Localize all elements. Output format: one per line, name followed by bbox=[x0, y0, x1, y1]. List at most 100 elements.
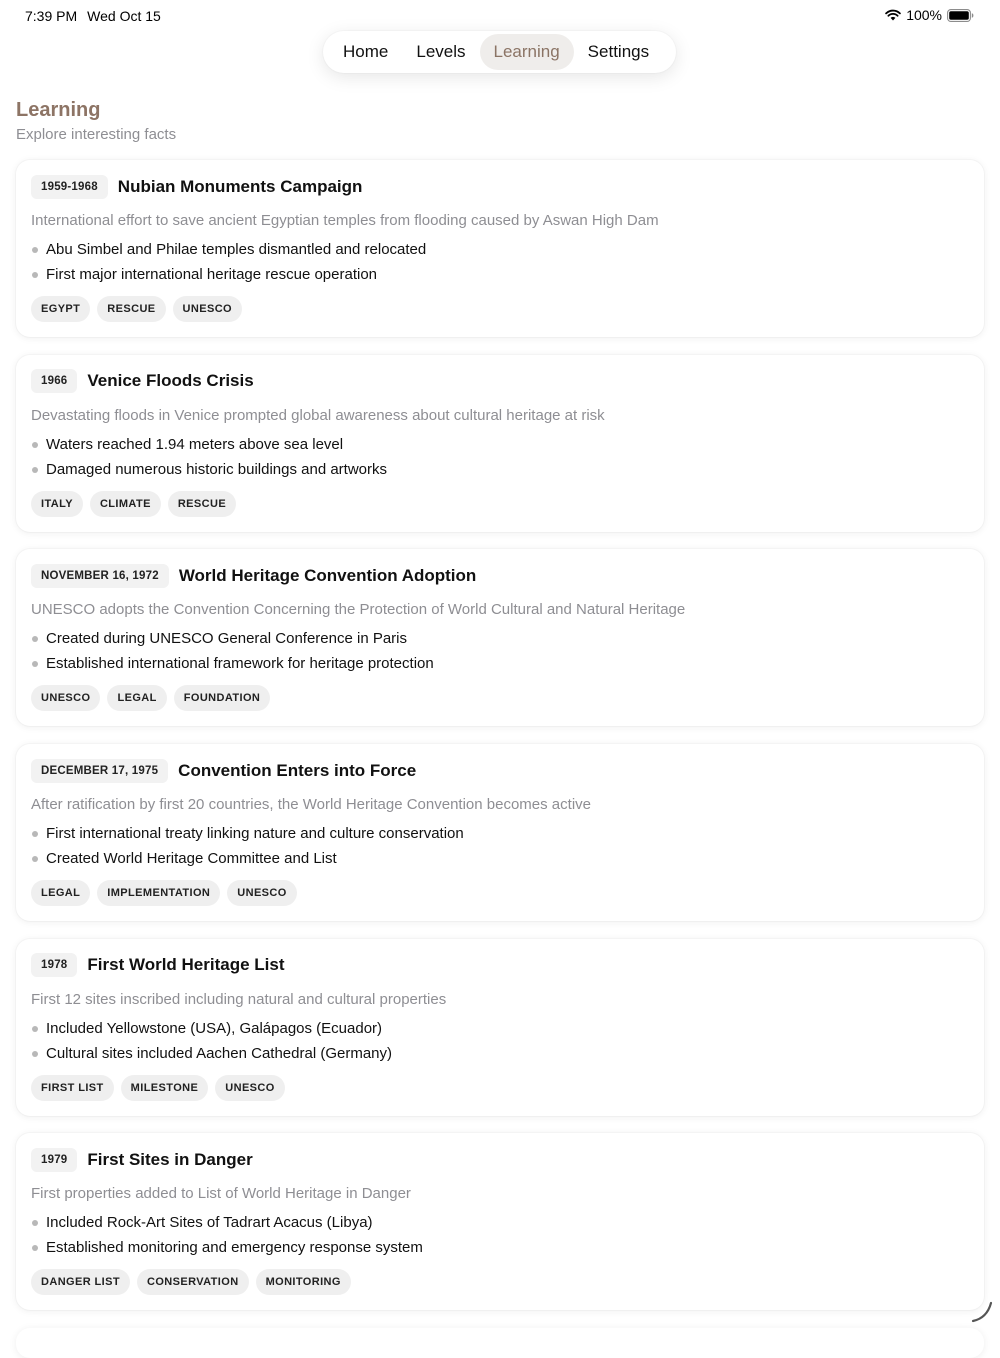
bullet-text: Damaged numerous historic buildings and … bbox=[46, 461, 387, 478]
date-badge: DECEMBER 17, 1975 bbox=[31, 759, 168, 783]
bullet-dot-icon bbox=[32, 467, 38, 473]
tab-learning[interactable]: Learning bbox=[480, 34, 574, 70]
tab-levels[interactable]: Levels bbox=[402, 34, 479, 70]
bullet-list: Included Yellowstone (USA), Galápagos (E… bbox=[31, 1019, 969, 1069]
tag: FOUNDATION bbox=[174, 685, 271, 711]
card-description: International effort to save ancient Egy… bbox=[31, 212, 969, 229]
bullet-text: Waters reached 1.94 meters above sea lev… bbox=[46, 436, 343, 453]
bullet-item: Waters reached 1.94 meters above sea lev… bbox=[31, 435, 969, 460]
bullet-item: Included Yellowstone (USA), Galápagos (E… bbox=[31, 1019, 969, 1044]
tag: FIRST LIST bbox=[31, 1075, 114, 1101]
bullet-text: First international treaty linking natur… bbox=[46, 825, 464, 842]
bullet-item: First international treaty linking natur… bbox=[31, 824, 969, 849]
bullet-dot-icon bbox=[32, 1245, 38, 1251]
card-description: First 12 sites inscribed including natur… bbox=[31, 991, 969, 1008]
bullet-item: Damaged numerous historic buildings and … bbox=[31, 460, 969, 485]
date-badge: 1959-1968 bbox=[31, 175, 108, 199]
bullet-item: Established monitoring and emergency res… bbox=[31, 1238, 969, 1263]
bullet-list: First international treaty linking natur… bbox=[31, 824, 969, 874]
card-description: Devastating floods in Venice prompted gl… bbox=[31, 407, 969, 424]
card-header: 1978 First World Heritage List bbox=[31, 953, 969, 978]
tag: DANGER LIST bbox=[31, 1269, 130, 1295]
fact-card[interactable]: 1978 First World Heritage List First 12 … bbox=[16, 939, 984, 1116]
card-title: First Sites in Danger bbox=[87, 1150, 252, 1170]
card-title: Nubian Monuments Campaign bbox=[118, 177, 363, 197]
wifi-icon bbox=[885, 9, 901, 21]
card-title: Convention Enters into Force bbox=[178, 761, 416, 781]
top-nav: Home Levels Learning Settings bbox=[323, 31, 676, 73]
tag-list: ITALY CLIMATE RESCUE bbox=[31, 491, 969, 517]
bullet-dot-icon bbox=[32, 442, 38, 448]
fact-card[interactable]: NOVEMBER 16, 1972 World Heritage Convent… bbox=[16, 549, 984, 726]
tag: LEGAL bbox=[31, 880, 90, 906]
tag: UNESCO bbox=[173, 296, 242, 322]
fact-card[interactable]: DECEMBER 17, 1975 Convention Enters into… bbox=[16, 744, 984, 921]
fact-card[interactable]: 1966 Venice Floods Crisis Devastating fl… bbox=[16, 355, 984, 532]
tag: RESCUE bbox=[97, 296, 165, 322]
tag: EGYPT bbox=[31, 296, 90, 322]
tag-list: UNESCO LEGAL FOUNDATION bbox=[31, 685, 969, 711]
tag: ITALY bbox=[31, 491, 83, 517]
tag: RESCUE bbox=[168, 491, 236, 517]
tag: LEGAL bbox=[107, 685, 166, 711]
bullet-text: Established international framework for … bbox=[46, 655, 434, 672]
tag-list: EGYPT RESCUE UNESCO bbox=[31, 296, 969, 322]
card-title: World Heritage Convention Adoption bbox=[179, 566, 476, 586]
scroll-indicator-icon[interactable] bbox=[970, 1300, 994, 1329]
bullet-text: First major international heritage rescu… bbox=[46, 266, 377, 283]
card-title: First World Heritage List bbox=[87, 955, 284, 975]
bullet-item: Created during UNESCO General Conference… bbox=[31, 629, 969, 654]
bullet-dot-icon bbox=[32, 636, 38, 642]
tag: IMPLEMENTATION bbox=[97, 880, 220, 906]
battery-icon bbox=[947, 9, 974, 22]
bullet-text: Created during UNESCO General Conference… bbox=[46, 630, 407, 647]
bullet-dot-icon bbox=[32, 1220, 38, 1226]
bullet-text: Included Rock-Art Sites of Tadrart Acacu… bbox=[46, 1214, 373, 1231]
bullet-text: Included Yellowstone (USA), Galápagos (E… bbox=[46, 1020, 382, 1037]
page-title: Learning bbox=[16, 99, 100, 122]
bullet-text: Cultural sites included Aachen Cathedral… bbox=[46, 1045, 392, 1062]
bullet-item: Created World Heritage Committee and Lis… bbox=[31, 849, 969, 874]
tab-home[interactable]: Home bbox=[329, 34, 402, 70]
date-badge: 1966 bbox=[31, 369, 77, 393]
tag: CONSERVATION bbox=[137, 1269, 249, 1295]
status-indicators: 100% bbox=[885, 7, 974, 23]
card-header: 1959-1968 Nubian Monuments Campaign bbox=[31, 174, 969, 199]
bullet-item: Abu Simbel and Philae temples dismantled… bbox=[31, 240, 969, 265]
tag-list: FIRST LIST MILESTONE UNESCO bbox=[31, 1075, 969, 1101]
bullet-dot-icon bbox=[32, 831, 38, 837]
tab-settings[interactable]: Settings bbox=[574, 34, 663, 70]
bullet-list: Created during UNESCO General Conference… bbox=[31, 629, 969, 679]
tag: MILESTONE bbox=[121, 1075, 209, 1101]
date-badge: NOVEMBER 16, 1972 bbox=[31, 564, 169, 588]
tag: MONITORING bbox=[256, 1269, 351, 1295]
tag: UNESCO bbox=[215, 1075, 284, 1101]
tag-list: LEGAL IMPLEMENTATION UNESCO bbox=[31, 880, 969, 906]
status-time: 7:39 PM bbox=[25, 8, 77, 24]
date-badge: 1979 bbox=[31, 1148, 77, 1172]
card-description: After ratification by first 20 countries… bbox=[31, 796, 969, 813]
bullet-dot-icon bbox=[32, 247, 38, 253]
status-bar: 7:39 PMWed Oct 15 100% bbox=[0, 0, 1000, 32]
card-title: Venice Floods Crisis bbox=[87, 371, 253, 391]
bullet-item: Included Rock-Art Sites of Tadrart Acacu… bbox=[31, 1213, 969, 1238]
battery-percent: 100% bbox=[906, 7, 942, 23]
tag: CLIMATE bbox=[90, 491, 161, 517]
bullet-dot-icon bbox=[32, 1051, 38, 1057]
card-header: 1979 First Sites in Danger bbox=[31, 1147, 969, 1172]
tag-list: DANGER LIST CONSERVATION MONITORING bbox=[31, 1269, 969, 1295]
bullet-text: Created World Heritage Committee and Lis… bbox=[46, 850, 337, 867]
card-header: DECEMBER 17, 1975 Convention Enters into… bbox=[31, 758, 969, 783]
card-description: UNESCO adopts the Convention Concerning … bbox=[31, 601, 969, 618]
fact-card[interactable]: 1979 First Sites in Danger First propert… bbox=[16, 1133, 984, 1310]
card-description: First properties added to List of World … bbox=[31, 1185, 969, 1202]
bullet-list: Waters reached 1.94 meters above sea lev… bbox=[31, 435, 969, 485]
bullet-dot-icon bbox=[32, 1026, 38, 1032]
bullet-dot-icon bbox=[32, 661, 38, 667]
page-subtitle: Explore interesting facts bbox=[16, 126, 176, 143]
facts-list: 1959-1968 Nubian Monuments Campaign Inte… bbox=[16, 160, 984, 1328]
bullet-text: Abu Simbel and Philae temples dismantled… bbox=[46, 241, 426, 258]
bullet-list: Abu Simbel and Philae temples dismantled… bbox=[31, 240, 969, 290]
fact-card[interactable]: 1959-1968 Nubian Monuments Campaign Inte… bbox=[16, 160, 984, 337]
bullet-dot-icon bbox=[32, 272, 38, 278]
